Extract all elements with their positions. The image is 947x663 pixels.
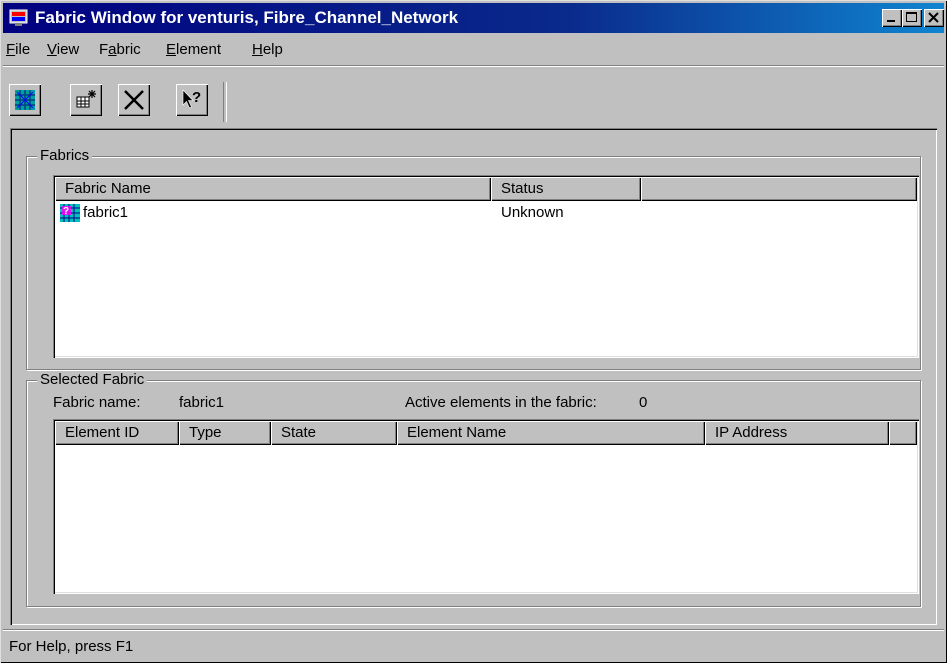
menu-help[interactable]: Help [252, 41, 283, 58]
fabrics-list[interactable]: Fabric Name Status ? fabric1 Unknown [53, 175, 919, 358]
status-separator [3, 629, 944, 631]
menu-file[interactable]: File [6, 41, 30, 58]
column-header-empty[interactable] [889, 421, 917, 445]
context-help-button[interactable]: ? [176, 84, 208, 116]
toolbar-divider [223, 82, 227, 122]
title-bar[interactable]: Fabric Window for venturis, Fibre_Channe… [3, 3, 944, 33]
menu-bar: File View Fabric Element Help [3, 37, 944, 63]
elements-list[interactable]: Element ID Type State Element Name IP Ad… [53, 419, 919, 594]
fabric-name-cell: fabric1 [83, 204, 129, 221]
fabric-view-button[interactable] [9, 84, 41, 116]
column-header-element-name[interactable]: Element Name [397, 421, 705, 445]
discover-element-button[interactable] [70, 84, 102, 116]
menu-fabric[interactable]: Fabric [99, 41, 141, 58]
fabrics-group: Fabrics Fabric Name Status ? fabric1 Unk… [26, 147, 921, 370]
selected-fabric-group: Selected Fabric Fabric name: fabric1 Act… [26, 371, 921, 607]
menu-element[interactable]: Element [166, 41, 221, 58]
column-header-fabric-name[interactable]: Fabric Name [55, 177, 491, 201]
minimize-icon [887, 20, 895, 22]
fabric-name-label: Fabric name: [53, 394, 141, 411]
context-help-icon: ? [182, 89, 201, 109]
column-header-type[interactable]: Type [179, 421, 271, 445]
active-elements-value: 0 [639, 394, 648, 411]
client-area: Fabrics Fabric Name Status ? fabric1 Unk… [10, 128, 937, 625]
delete-button[interactable] [118, 84, 150, 116]
minimize-button[interactable] [882, 9, 902, 27]
status-bar: For Help, press F1 [3, 629, 944, 659]
close-button[interactable] [924, 9, 944, 27]
list-item[interactable]: ? fabric1 Unknown [55, 202, 915, 224]
column-header-ip-address[interactable]: IP Address [705, 421, 889, 445]
toolbar: ? [3, 68, 944, 126]
status-text: For Help, press F1 [9, 638, 134, 655]
column-header-empty[interactable] [641, 177, 917, 201]
active-elements-label: Active elements in the fabric: [405, 394, 597, 411]
fabric-name-value: fabric1 [179, 394, 225, 411]
selected-fabric-group-label: Selected Fabric [37, 371, 148, 388]
fabric-icon: ? [59, 203, 81, 223]
toolbar-separator [3, 65, 944, 67]
fabric-app-icon[interactable] [9, 9, 29, 27]
window-title: Fabric Window for venturis, Fibre_Channe… [35, 8, 459, 27]
discover-element-icon [76, 90, 96, 108]
fabrics-group-label: Fabrics [37, 147, 93, 164]
column-header-element-id[interactable]: Element ID [55, 421, 179, 445]
close-icon [928, 12, 939, 23]
fabric-status-cell: Unknown [501, 204, 564, 221]
maximize-button[interactable] [902, 9, 922, 27]
app-window: Fabric Window for venturis, Fibre_Channe… [0, 0, 947, 663]
column-header-status[interactable]: Status [491, 177, 641, 201]
svg-text:?: ? [63, 206, 69, 217]
menu-view[interactable]: View [47, 41, 79, 58]
fabric-view-icon [15, 90, 35, 110]
column-header-state[interactable]: State [271, 421, 397, 445]
svg-text:?: ? [192, 89, 201, 106]
delete-icon [124, 90, 144, 110]
maximize-icon [906, 12, 917, 22]
